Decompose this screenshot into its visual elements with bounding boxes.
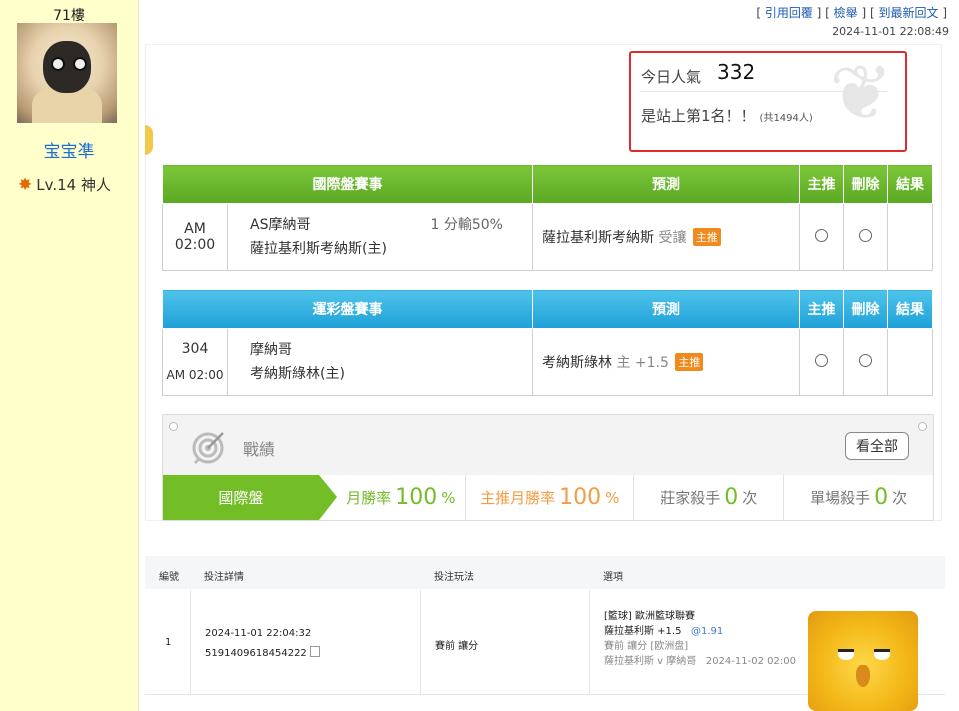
target-icon bbox=[192, 432, 224, 465]
result-cell bbox=[887, 203, 933, 271]
table-row: AM 02:00 1 分輸50% AS摩納哥 薩拉基利斯考納斯(主) 薩拉基利斯… bbox=[162, 203, 933, 271]
popularity-count: 332 bbox=[717, 60, 756, 84]
user-level: ✸ Lv.14 神人 bbox=[18, 175, 111, 195]
bet-market: 賽前 讓分 [欧洲盘] bbox=[604, 641, 689, 652]
recommend-radio[interactable] bbox=[815, 228, 828, 242]
delete-radio[interactable] bbox=[859, 353, 872, 367]
pick-team: 考納斯綠林 bbox=[542, 355, 612, 371]
home-team: 考納斯綠林(主) bbox=[250, 366, 345, 382]
main-pick-badge: 主推 bbox=[675, 353, 704, 371]
prediction-cell: 考納斯綠林 主 +1.5 主推 bbox=[532, 328, 800, 396]
match-teams: 摩納哥 考納斯綠林(主) bbox=[227, 328, 533, 396]
single-killer: 單場殺手 0 次 bbox=[783, 475, 933, 520]
bet-table-header: 編號 投注詳情 投注玩法 選項 bbox=[145, 556, 945, 589]
intl-header-recommend: 主推 bbox=[799, 164, 844, 204]
game-number: 304 bbox=[181, 341, 209, 357]
handicap-odds: 1 分輸50% bbox=[430, 217, 503, 233]
lottery-header-delete: 刪除 bbox=[843, 289, 888, 329]
bet-selection-line: 薩拉基利斯 +1.5 @1.91 bbox=[604, 626, 724, 637]
floor-number: 71樓 bbox=[53, 8, 85, 24]
report-link[interactable]: 檢舉 bbox=[834, 6, 858, 20]
bet-match-line: 薩拉基利斯 v 摩納哥 2024-11-02 02:00 bbox=[604, 656, 796, 667]
post-actions: [ 引用回覆 ] [ 檢舉 ] [ 到最新回文 ] bbox=[756, 6, 947, 20]
rank-text: 是站上第1名！！ (共1494人) bbox=[641, 107, 813, 125]
match-teams: 1 分輸50% AS摩納哥 薩拉基利斯考納斯(主) bbox=[227, 203, 533, 271]
intl-header-prediction: 預測 bbox=[532, 164, 800, 204]
star-icon: ✸ bbox=[18, 175, 33, 195]
bet-datetime: 2024-11-01 22:04:32 bbox=[205, 628, 312, 639]
bet-index: 1 bbox=[165, 637, 172, 648]
lottery-header-match: 運彩盤賽事 bbox=[162, 289, 533, 329]
bookie-killer: 莊家殺手 0 次 bbox=[633, 475, 783, 520]
view-all-button[interactable]: 看全部 bbox=[845, 432, 909, 460]
popularity-label: 今日人氣 bbox=[641, 68, 702, 86]
category-tab[interactable]: 國際盤 bbox=[163, 475, 337, 520]
main-pick-badge: 主推 bbox=[692, 228, 721, 246]
bet-option: [籃球] 歐洲籃球聯賽 薩拉基利斯 +1.5 @1.91 賽前 讓分 [欧洲盘]… bbox=[604, 609, 796, 669]
lottery-header-result: 結果 bbox=[887, 289, 933, 329]
lottery-match-table: 運彩盤賽事 預測 主推 刪除 結果 304 AM 02:00 摩納哥 考納斯綠林… bbox=[162, 289, 933, 396]
chick-sticker bbox=[808, 611, 918, 711]
pick-type: 受讓 bbox=[658, 230, 687, 246]
lottery-header-prediction: 預測 bbox=[532, 289, 800, 329]
monthly-winrate: 月勝率 100% bbox=[346, 485, 456, 510]
bet-header-number: 編號 bbox=[159, 572, 179, 583]
bet-header-detail: 投注詳情 bbox=[204, 572, 244, 583]
main-pick-winrate: 主推月勝率 100% bbox=[465, 475, 633, 520]
username-link[interactable]: 宝宝凖 bbox=[0, 137, 138, 162]
recommend-radio[interactable] bbox=[815, 353, 828, 367]
record-panel: 戰績 看全部 國際盤 月勝率 100% 主推月勝率 100% 莊家殺手 0 次 單場殺手… bbox=[162, 414, 934, 521]
bet-play: 賽前 讓分 bbox=[435, 641, 479, 652]
bet-odds: @1.91 bbox=[691, 626, 724, 637]
copy-icon[interactable] bbox=[309, 646, 320, 657]
table-row: 1 2024-11-01 22:04:32 5191409618454222 賽… bbox=[145, 590, 945, 711]
popularity-box: ❦ 今日人氣 332 是站上第1名！！ (共1494人) bbox=[629, 51, 907, 152]
quote-reply-link[interactable]: 引用回覆 bbox=[765, 6, 813, 20]
user-panel: 71樓 宝宝凖 ✸ Lv.14 神人 bbox=[0, 0, 139, 711]
lottery-header-recommend: 主推 bbox=[799, 289, 844, 329]
intl-header-match: 國際盤賽事 bbox=[162, 164, 533, 204]
bet-header-option: 選項 bbox=[603, 572, 623, 583]
latest-reply-link[interactable]: 到最新回文 bbox=[878, 6, 938, 20]
intl-header-delete: 刪除 bbox=[843, 164, 888, 204]
pick-team: 薩拉基利斯考納斯 bbox=[542, 230, 654, 246]
stats-bar: 國際盤 月勝率 100% 主推月勝率 100% 莊家殺手 0 次 單場殺手 0 次 bbox=[163, 475, 933, 520]
bet-serial-row: 5191409618454222 bbox=[205, 646, 320, 659]
side-tab bbox=[145, 125, 153, 155]
bet-serial: 5191409618454222 bbox=[205, 648, 307, 659]
result-cell bbox=[887, 328, 933, 396]
match-time: AM 02:00 bbox=[166, 368, 224, 382]
avatar[interactable] bbox=[17, 23, 117, 123]
post-timestamp: 2024-11-01 22:08:49 bbox=[832, 25, 949, 38]
record-title: 戰績 bbox=[243, 440, 276, 459]
pick-type: 主 +1.5 bbox=[616, 355, 669, 371]
intl-header-result: 結果 bbox=[887, 164, 933, 204]
match-time: AM 02:00 bbox=[162, 203, 228, 271]
away-team: 摩納哥 bbox=[250, 342, 292, 358]
bet-header-play: 投注玩法 bbox=[434, 572, 474, 583]
home-team: 薩拉基利斯考納斯(主) bbox=[250, 241, 387, 257]
table-row: 304 AM 02:00 摩納哥 考納斯綠林(主) 考納斯綠林 主 +1.5 主… bbox=[162, 328, 933, 396]
game-number-cell: 304 AM 02:00 bbox=[162, 328, 228, 396]
delete-radio[interactable] bbox=[859, 228, 872, 242]
intl-match-table: 國際盤賽事 預測 主推 刪除 結果 AM 02:00 1 分輸50% AS摩納哥… bbox=[162, 164, 933, 271]
leaf-decoration-icon: ❦ bbox=[829, 51, 893, 137]
prediction-cell: 薩拉基利斯考納斯 受讓 主推 bbox=[532, 203, 800, 271]
bet-league: [籃球] 歐洲籃球聯賽 bbox=[604, 611, 695, 622]
